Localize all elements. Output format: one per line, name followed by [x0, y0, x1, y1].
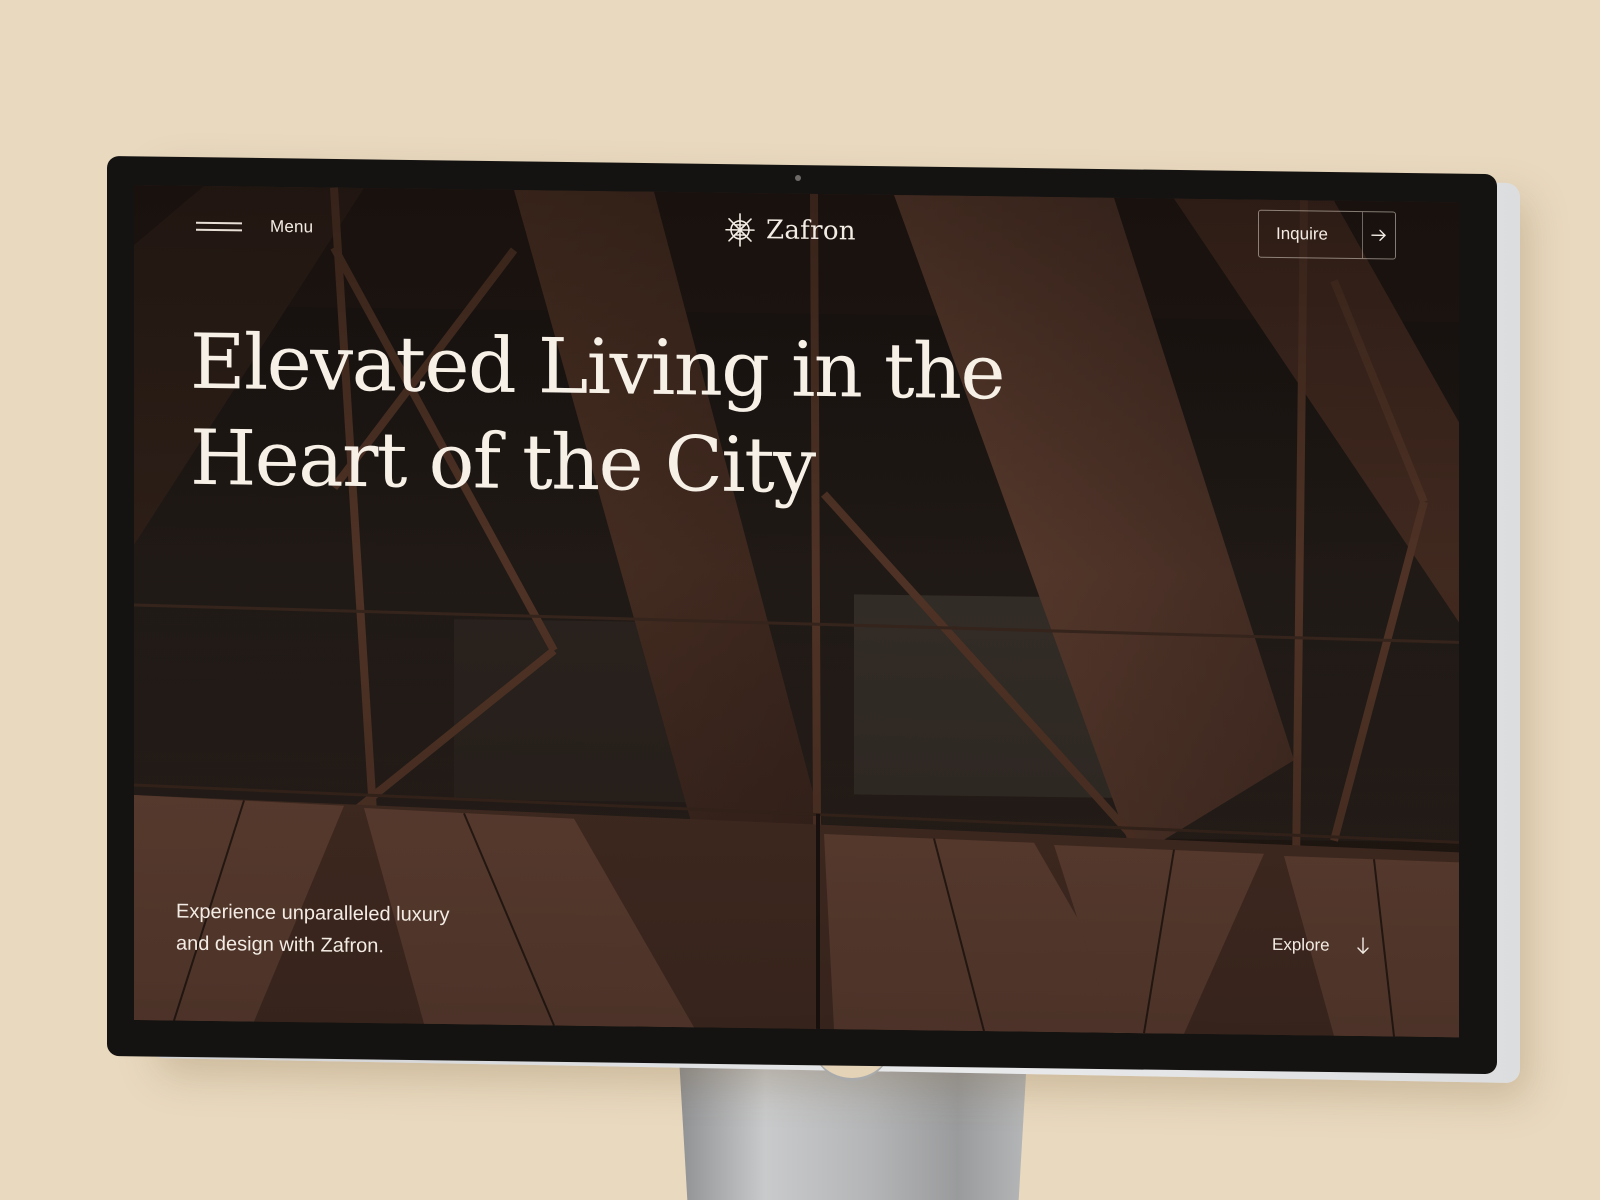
arrow-right-icon — [1363, 228, 1395, 242]
inquire-button[interactable]: Inquire — [1258, 209, 1396, 260]
brand-name: Zafron — [766, 215, 856, 247]
brand-logo[interactable]: Zafron — [722, 211, 856, 251]
menu-label: Menu — [270, 216, 314, 237]
arrow-down-icon — [1356, 937, 1369, 954]
explore-button[interactable]: Explore — [1272, 935, 1370, 956]
hero-tagline: Experience unparalleled luxury and desig… — [176, 896, 536, 965]
webcam-dot — [795, 175, 801, 181]
tagline-line-1: Experience unparalleled luxury — [176, 900, 450, 927]
explore-label: Explore — [1272, 934, 1330, 955]
zafron-logo-icon — [725, 213, 755, 247]
menu-button[interactable]: Menu — [196, 216, 313, 238]
tagline-line-2: and design with Zafron. — [176, 932, 384, 958]
headline-line-2: Heart of the City — [190, 412, 815, 510]
headline-line-1: Elevated Living in the — [190, 316, 1004, 417]
hamburger-icon — [196, 220, 242, 233]
website-screen: Menu Zafron Inquire Elevated Living in t… — [134, 185, 1459, 1038]
device-mockup-scene: Menu Zafron Inquire Elevated Living in t… — [0, 0, 1600, 1200]
hero-headline: Elevated Living in the Heart of the City — [190, 314, 1090, 518]
inquire-label: Inquire — [1276, 223, 1328, 244]
